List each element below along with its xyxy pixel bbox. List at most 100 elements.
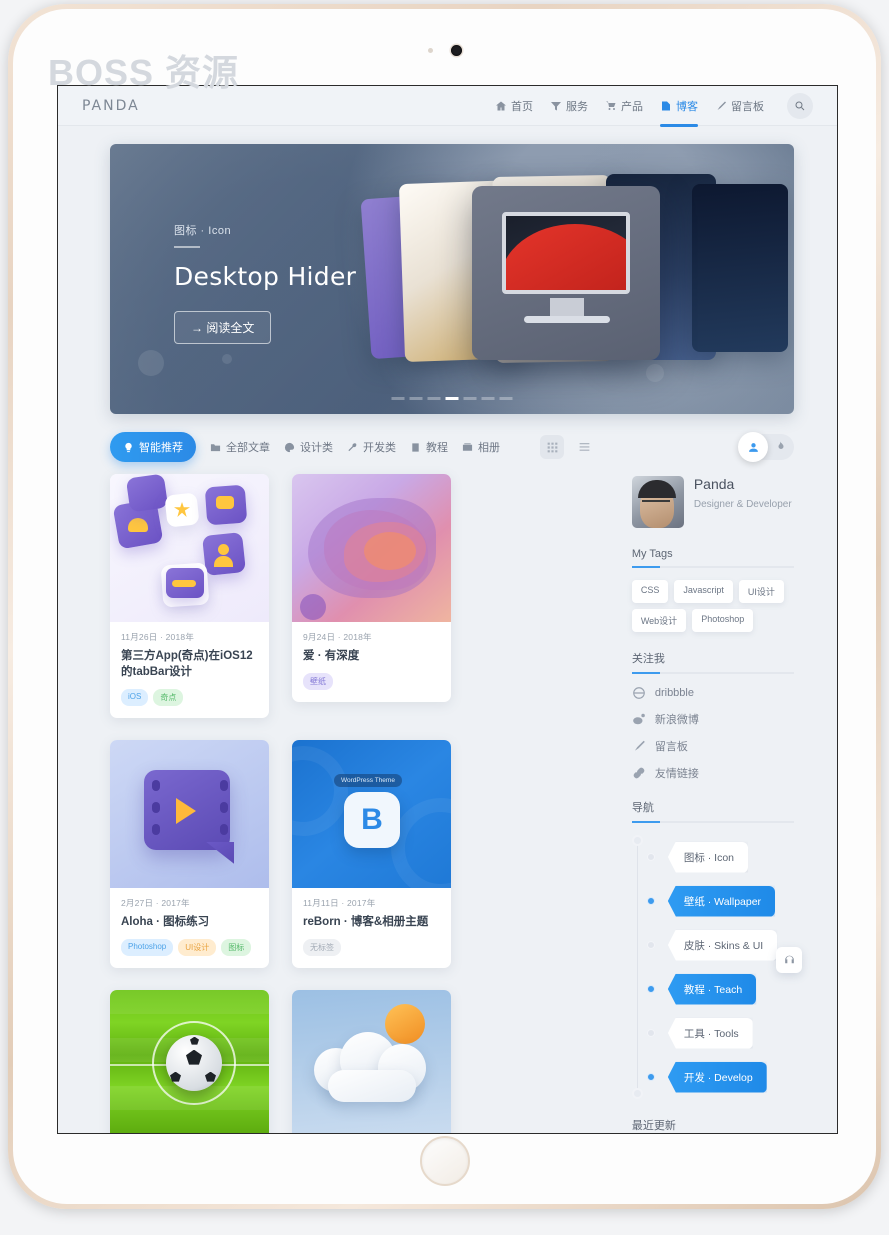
dribbble-icon	[633, 687, 645, 699]
nav-pill-skins[interactable]: 皮肤 · Skins & UI	[667, 929, 778, 961]
nav-item-services[interactable]: 服务	[550, 86, 588, 126]
sidebar-tag[interactable]: CSS	[631, 580, 669, 603]
nav-pill-teach[interactable]: 教程 · Teach	[667, 973, 757, 1005]
filter-chip-album[interactable]: 相册	[462, 439, 500, 455]
icon-tile	[125, 474, 169, 513]
card-tags: 壁纸	[303, 672, 440, 690]
sidebar-tag[interactable]: Web设计	[631, 609, 687, 632]
card-thumbnail: WordPress Theme B	[292, 739, 451, 888]
hero-rule	[174, 246, 200, 248]
cloud-base	[328, 1069, 416, 1102]
card-tag[interactable]: 壁纸	[303, 672, 333, 690]
social-link-dribbble[interactable]: dribbble	[632, 686, 794, 700]
play-icon	[176, 797, 196, 824]
social-link-weibo[interactable]: 新浪微博	[632, 711, 794, 727]
carousel-dot[interactable]	[463, 397, 477, 400]
home-icon	[495, 100, 507, 112]
article-card[interactable]: 2月27日 · 2017年 Aloha · 图标练习 Photoshop UI设…	[110, 739, 269, 968]
card-title: reBorn · 博客&相册主题	[303, 915, 429, 928]
nav-pill-icon[interactable]: 图标 · Icon	[667, 841, 749, 873]
timeline-cap-top	[631, 835, 643, 846]
carousel-dot[interactable]	[445, 397, 459, 400]
filter-chip-development[interactable]: 开发类	[347, 439, 396, 455]
avatar-glasses	[641, 500, 670, 507]
filter-chip-all-articles[interactable]: 全部文章	[210, 439, 270, 455]
carousel-dot[interactable]	[391, 397, 405, 400]
timeline-row: 皮肤 · Skins & UI	[646, 923, 794, 967]
article-card[interactable]: 11月28日 · 2015年 教程 · 介绍一种绘制方法 Photoshop	[292, 989, 451, 1133]
content-area: 11月26日 · 2018年 第三方App(奇点)在iOS12的tabBar设计…	[110, 474, 802, 1133]
section-title: 关注我	[631, 653, 665, 665]
icon-glyph	[216, 496, 234, 509]
nav-pill-develop[interactable]: 开发 · Develop	[667, 1061, 767, 1093]
sidebar-tag[interactable]: UI设计	[738, 580, 784, 603]
user-mode-toggle[interactable]	[738, 432, 794, 462]
filter-chip-design[interactable]: 设计类	[284, 439, 333, 455]
nav-item-blog[interactable]: 博客	[660, 86, 698, 127]
filter-chip-recommend[interactable]: 智能推荐	[110, 432, 196, 462]
section-title: 最近更新	[631, 1120, 676, 1132]
card-body: 11月26日 · 2018年 第三方App(奇点)在iOS12的tabBar设计…	[110, 622, 269, 718]
carousel-indicators[interactable]	[391, 397, 513, 400]
hero-banner[interactable]: 图标 · Icon Desktop Hider → 阅读全文	[110, 144, 794, 414]
social-link-guestbook[interactable]: 留言板	[632, 738, 794, 754]
user-icon	[748, 442, 758, 452]
grid-view-button[interactable]	[540, 435, 564, 459]
social-link-friends[interactable]: 友情链接	[632, 765, 794, 781]
filter-bar: 智能推荐 全部文章 设计类 开发类 教程 相册	[110, 432, 794, 462]
nav-pill-tools[interactable]: 工具 · Tools	[667, 1017, 753, 1049]
card-tag[interactable]: UI设计	[178, 938, 217, 956]
card-tag[interactable]: Photoshop	[121, 938, 174, 956]
carousel-dot[interactable]	[481, 397, 495, 400]
article-card[interactable]: 4月22日 · 2017年 Football手机壁纸 壁纸	[110, 989, 269, 1133]
carousel-dot[interactable]	[427, 397, 441, 400]
pen-icon	[715, 100, 727, 112]
toggle-knob[interactable]	[738, 432, 768, 462]
support-button[interactable]	[776, 947, 802, 973]
chip-label: 相册	[478, 442, 500, 454]
timeline-row: 教程 · Teach	[646, 967, 794, 1011]
decorative-swirl	[391, 797, 451, 888]
search-button[interactable]	[787, 92, 813, 119]
card-date: 9月24日 · 2018年	[303, 632, 372, 642]
site-logo[interactable]: PANDA	[82, 98, 140, 114]
home-button[interactable]	[419, 1136, 470, 1186]
section-rule	[631, 566, 794, 568]
sun-icon	[385, 1003, 425, 1044]
card-tag[interactable]: 奇点	[153, 688, 184, 706]
carousel-dot[interactable]	[409, 397, 423, 400]
link-label: dribbble	[654, 687, 694, 699]
card-tags: 无标签	[303, 938, 440, 956]
nav-item-guestbook[interactable]: 留言板	[715, 86, 764, 126]
timeline-row: 工具 · Tools	[646, 1011, 794, 1055]
filter-icon	[550, 100, 562, 112]
sidebar-tag[interactable]: Javascript	[674, 580, 733, 603]
nav-item-products[interactable]: 产品	[605, 86, 643, 126]
card-thumbnail	[110, 474, 269, 622]
tablet-frame: PANDA 首页 服务 产品 博客 留言板 图标 · Icon Desktop …	[8, 4, 881, 1209]
filter-chip-tutorial[interactable]: 教程	[410, 439, 448, 455]
sidebar-tag[interactable]: Photoshop	[692, 609, 754, 632]
paper-bubble	[300, 594, 326, 620]
nav-item-home[interactable]: 首页	[495, 86, 533, 126]
list-view-button[interactable]	[572, 435, 596, 459]
card-tag[interactable]: iOS	[121, 688, 149, 706]
article-card[interactable]: 9月24日 · 2018年 爱 · 有深度 壁纸	[292, 474, 451, 702]
article-card[interactable]: WordPress Theme B 11月11日 · 2017年 reBorn …	[292, 739, 451, 968]
article-card[interactable]: 11月26日 · 2018年 第三方App(奇点)在iOS12的tabBar设计…	[110, 474, 269, 718]
card-tag[interactable]: 图标	[221, 938, 252, 956]
film-hole	[152, 823, 160, 835]
card-thumbnail	[292, 474, 451, 622]
chip-label: 教程	[426, 442, 448, 454]
hero-read-more-button[interactable]: → 阅读全文	[174, 311, 272, 344]
page-body: 图标 · Icon Desktop Hider → 阅读全文 智能推荐 全部文章…	[58, 126, 837, 1133]
profile-name: Panda	[693, 476, 735, 492]
profile-block: Panda Designer & Developer	[631, 476, 794, 528]
card-tag[interactable]: 无标签	[303, 938, 341, 956]
carousel-dot[interactable]	[499, 397, 513, 400]
watermark-text: BOSS 资源	[48, 52, 240, 93]
timeline-dot	[646, 853, 655, 861]
album-icon	[462, 442, 473, 451]
nav-pill-wallpaper[interactable]: 壁纸 · Wallpaper	[667, 885, 776, 917]
icon-glyph	[214, 556, 233, 567]
